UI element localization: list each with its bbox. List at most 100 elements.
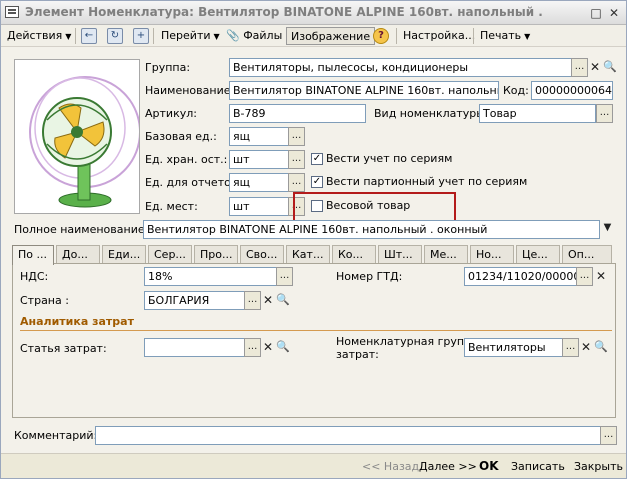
back-button[interactable]: << Назад xyxy=(358,458,423,476)
print-menu[interactable]: Печать ▼ xyxy=(477,27,533,45)
image-button[interactable]: Изображение xyxy=(286,27,376,45)
gtd-field[interactable]: 01234/11020/0000000 xyxy=(464,267,577,286)
baseunit-select-button[interactable]: ... xyxy=(288,127,305,146)
files-button[interactable]: 📎 Файлы xyxy=(223,27,285,45)
name-field[interactable]: Вентилятор BINATONE ALPINE 160вт. наполь… xyxy=(229,81,499,100)
fullname-label: Полное наименование: xyxy=(14,223,149,236)
country-label: Страна : xyxy=(20,294,69,307)
ok-button[interactable]: OK xyxy=(475,458,503,476)
toolbar: Действия ▼ ← ↻ + Перейти ▼ 📎 Файлы Изображ… xyxy=(1,25,626,47)
nomgroup-field[interactable]: Вентиляторы xyxy=(464,338,563,357)
vat-field[interactable]: 18% xyxy=(144,267,277,286)
comment-field[interactable] xyxy=(95,426,601,445)
costitem-clear-icon[interactable]: ✕ xyxy=(260,338,276,357)
actions-menu[interactable]: Действия ▼ xyxy=(4,27,74,45)
minimize-button[interactable]: □ xyxy=(588,5,604,21)
group-clear-icon[interactable]: ✕ xyxy=(587,58,603,77)
baseunit-field[interactable]: ящ xyxy=(229,127,289,146)
reportunit-select-button[interactable]: ... xyxy=(288,173,305,192)
tab-production[interactable]: Про... xyxy=(194,245,238,264)
nomtype-select-button[interactable]: ... xyxy=(596,104,613,123)
toolbar-separator xyxy=(396,28,397,44)
next-button[interactable]: Далее >> xyxy=(415,458,481,476)
group-divider xyxy=(20,330,612,331)
costitem-search-icon[interactable]: 🔍 xyxy=(275,338,291,357)
close-window-button[interactable]: ✕ xyxy=(606,5,622,21)
vat-select-button[interactable]: ... xyxy=(276,267,293,286)
storeunit-field[interactable]: шт xyxy=(229,150,289,169)
tab-strip: По ... До... Еди... Сер... Про... Сво...… xyxy=(12,245,616,265)
nomgroup-clear-icon[interactable]: ✕ xyxy=(578,338,594,357)
chevron-down-icon: ▼ xyxy=(65,32,72,41)
go-back-icon[interactable]: ← xyxy=(81,28,97,44)
window-icon xyxy=(5,6,19,18)
nomtype-label: Вид номенклатуры: xyxy=(374,107,489,120)
nomgroup-select-button[interactable]: ... xyxy=(562,338,579,357)
storeunit-select-button[interactable]: ... xyxy=(288,150,305,169)
chevron-down-icon: ▼ xyxy=(213,32,220,41)
tab-description[interactable]: Оп... xyxy=(562,245,612,264)
tab-nomenclature[interactable]: Но... xyxy=(470,245,514,264)
series-checkbox[interactable]: ✓ xyxy=(311,153,323,165)
tab-prices[interactable]: Це... xyxy=(516,245,560,264)
copy-icon[interactable]: + xyxy=(133,28,149,44)
settings-button[interactable]: Настройка... xyxy=(400,27,478,45)
country-clear-icon[interactable]: ✕ xyxy=(260,291,276,310)
nomgroup-search-icon[interactable]: 🔍 xyxy=(593,338,609,357)
group-field[interactable]: Вентиляторы, пылесосы, кондиционеры xyxy=(229,58,572,77)
country-search-icon[interactable]: 🔍 xyxy=(275,291,291,310)
nomgroup-label-2: затрат: xyxy=(336,348,379,361)
tab-general[interactable]: По ... xyxy=(12,245,54,265)
group-search-icon[interactable]: 🔍 xyxy=(602,58,618,77)
goto-menu[interactable]: Перейти ▼ xyxy=(158,27,223,45)
tab-places[interactable]: Ме... xyxy=(424,245,468,264)
gtd-label: Номер ГТД: xyxy=(336,270,403,283)
tab-barcodes[interactable]: Шт... xyxy=(378,245,422,264)
costitem-select-button[interactable]: ... xyxy=(244,338,261,357)
country-field[interactable]: БОЛГАРИЯ xyxy=(144,291,245,310)
help-icon[interactable]: ? xyxy=(373,28,389,44)
country-select-button[interactable]: ... xyxy=(244,291,261,310)
dropdown-icon[interactable]: ▼ xyxy=(599,220,616,239)
tab-series[interactable]: Сер... xyxy=(148,245,192,264)
group-select-button[interactable]: ... xyxy=(571,58,588,77)
article-field[interactable]: В-789 xyxy=(229,104,366,123)
tab-categories[interactable]: Кат... xyxy=(286,245,330,264)
series-label: Вести учет по сериям xyxy=(326,152,453,165)
settings-label: Настройка... xyxy=(403,29,476,42)
window: Элемент Номенклатура: Вентилятор BINATON… xyxy=(0,0,627,479)
placeunit-label: Ед. мест: xyxy=(145,200,198,213)
files-label: Файлы xyxy=(243,29,283,42)
costitem-field[interactable] xyxy=(144,338,245,357)
name-label: Наименование: xyxy=(145,84,235,97)
gtd-select-button[interactable]: ... xyxy=(576,267,593,286)
article-label: Артикул: xyxy=(145,107,197,120)
fan-image xyxy=(29,76,141,208)
costitem-label: Статья затрат: xyxy=(20,342,107,355)
tab-components[interactable]: Ко... xyxy=(332,245,376,264)
nomtype-field[interactable]: Товар xyxy=(479,104,596,123)
tab-properties[interactable]: Сво... xyxy=(240,245,284,264)
fullname-field[interactable]: Вентилятор BINATONE ALPINE 160вт. наполь… xyxy=(143,220,600,239)
product-image xyxy=(14,59,141,214)
comment-label: Комментарий: xyxy=(14,429,98,442)
write-button[interactable]: Записать xyxy=(507,458,569,476)
chevron-down-icon: ▼ xyxy=(524,32,531,41)
files-icon: 📎 xyxy=(226,29,240,42)
gtd-clear-icon[interactable]: ✕ xyxy=(593,267,609,286)
code-field[interactable]: 00000000064 xyxy=(531,81,613,100)
toolbar-separator xyxy=(153,28,154,44)
reportunit-field[interactable]: ящ xyxy=(229,173,289,192)
batch-checkbox[interactable]: ✓ xyxy=(311,176,323,188)
refresh-icon[interactable]: ↻ xyxy=(107,28,123,44)
goto-label: Перейти xyxy=(161,29,211,42)
tab-additional[interactable]: До... xyxy=(56,245,100,264)
group-label: Группа: xyxy=(145,61,191,74)
close-button[interactable]: Закрыть xyxy=(570,458,627,476)
toolbar-separator xyxy=(473,28,474,44)
code-label: Код: xyxy=(503,84,529,97)
comment-select-button[interactable]: ... xyxy=(600,426,617,445)
tab-units[interactable]: Еди... xyxy=(102,245,146,264)
placeunit-field[interactable]: шт xyxy=(229,197,289,216)
window-title: Элемент Номенклатура: Вентилятор BINATON… xyxy=(25,5,543,19)
